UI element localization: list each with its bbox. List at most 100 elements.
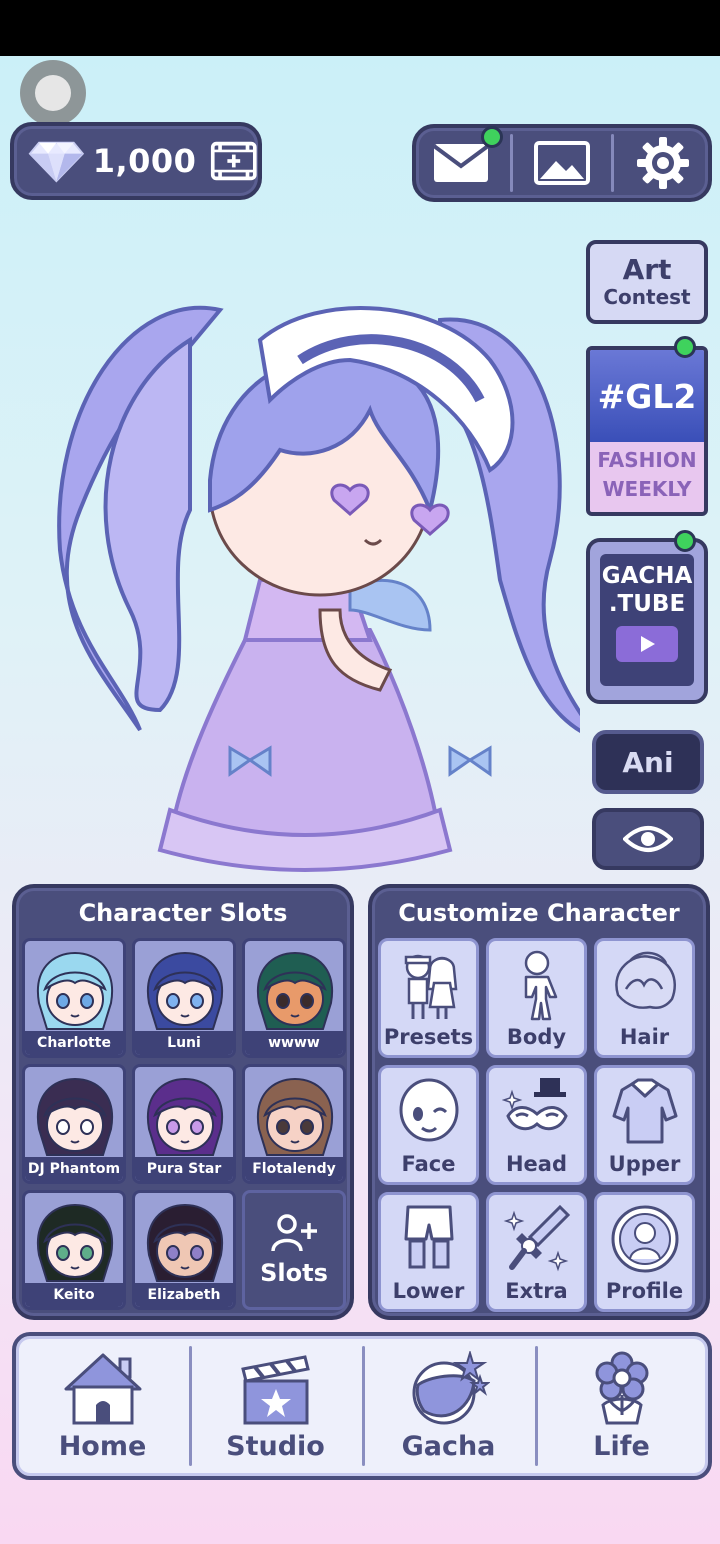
character-slot[interactable]: Elizabeth — [132, 1190, 236, 1310]
character-avatar — [36, 1203, 114, 1282]
character-slot-name: DJ Phantom — [25, 1157, 123, 1181]
character-slot-name: Luni — [135, 1031, 233, 1055]
profile-icon — [611, 1205, 678, 1273]
character-avatar — [256, 1077, 334, 1156]
add-slots-label: Slots — [260, 1259, 328, 1287]
gachatube-button[interactable]: GACHA .TUBE — [586, 538, 708, 704]
hair-button[interactable]: Hair — [594, 938, 695, 1058]
gacha-ball-icon — [412, 1350, 490, 1424]
fashion-tag: #GL2 — [597, 376, 697, 416]
character-slot[interactable]: wwww — [242, 938, 346, 1058]
nav-studio-label: Studio — [226, 1430, 325, 1462]
video-plus-icon[interactable] — [210, 137, 258, 185]
character-slots-title: Character Slots — [78, 899, 288, 927]
eye-icon — [623, 826, 673, 852]
nav-gacha-label: Gacha — [401, 1430, 496, 1462]
upper-label: Upper — [608, 1152, 681, 1176]
fashion-notification-dot — [674, 336, 696, 358]
character-illustration[interactable] — [20, 250, 580, 890]
character-slots-panel: Character Slots Charlotte Luni wwww DJ Phan… — [12, 884, 354, 1320]
hair-label: Hair — [619, 1025, 670, 1049]
character-slot[interactable]: Luni — [132, 938, 236, 1058]
character-slot-name: Keito — [25, 1283, 123, 1307]
hair-icon — [614, 951, 676, 1009]
character-slot-name: Flotalendy — [245, 1157, 343, 1181]
presets-button[interactable]: Presets — [378, 938, 479, 1058]
body-icon — [524, 950, 557, 1021]
character-avatar — [36, 1077, 114, 1156]
fashion-line2: WEEKLY — [602, 477, 692, 501]
character-slot-name: Elizabeth — [135, 1283, 233, 1307]
currency-display: 1,000 — [10, 122, 262, 200]
character-slot[interactable]: DJ Phantom — [22, 1064, 126, 1184]
art-contest-subtitle: Contest — [603, 285, 691, 309]
gachatube-line2: .TUBE — [608, 591, 686, 617]
image-icon — [533, 141, 590, 185]
head-label: Head — [505, 1152, 568, 1176]
notification-dot — [480, 126, 503, 148]
character-slot[interactable]: Keito — [22, 1190, 126, 1310]
presets-label: Presets — [383, 1025, 474, 1049]
diamond-icon — [28, 141, 85, 183]
character-avatar — [146, 1077, 224, 1156]
character-slot[interactable]: Pura Star — [132, 1064, 236, 1184]
gem-count: 1,000 — [92, 142, 197, 180]
character-avatar — [256, 951, 334, 1030]
character-slot-name: Pura Star — [135, 1157, 233, 1181]
lower-label: Lower — [392, 1279, 465, 1303]
art-contest-title: Art — [622, 253, 672, 286]
face-icon — [399, 1078, 458, 1142]
bottom-navigation: Home Studio Gacha Life — [12, 1332, 712, 1480]
profile-button[interactable]: Profile — [594, 1192, 695, 1312]
status-bar — [0, 0, 720, 56]
sword-icon — [503, 1204, 570, 1272]
art-contest-button[interactable]: Art Contest — [586, 240, 708, 324]
gear-icon — [637, 137, 690, 189]
extra-button[interactable]: Extra — [486, 1192, 587, 1312]
mail-button[interactable] — [421, 126, 503, 196]
pants-icon — [404, 1205, 453, 1269]
shirt-icon — [612, 1078, 677, 1144]
nav-life-label: Life — [593, 1430, 650, 1462]
face-button[interactable]: Face — [378, 1065, 479, 1185]
customize-character-panel: Customize Character Presets Body Hair Fa… — [368, 884, 710, 1320]
flower-icon — [595, 1351, 648, 1424]
mail-icon — [432, 144, 489, 182]
ani-button[interactable]: Ani — [592, 730, 704, 794]
nav-gacha[interactable]: Gacha — [362, 1336, 535, 1476]
assistive-touch-button[interactable] — [20, 60, 86, 126]
body-label: Body — [506, 1025, 567, 1049]
top-toolbar — [412, 124, 712, 202]
nav-home-label: Home — [58, 1430, 147, 1462]
house-icon — [64, 1353, 141, 1424]
character-slot[interactable]: Flotalendy — [242, 1064, 346, 1184]
nav-home[interactable]: Home — [16, 1336, 189, 1476]
gallery-button[interactable] — [522, 130, 602, 196]
eye-button[interactable] — [592, 808, 704, 870]
character-slot-name: Charlotte — [25, 1031, 123, 1055]
fashion-line1: FASHION — [597, 448, 697, 472]
play-icon — [616, 626, 678, 662]
settings-button[interactable] — [623, 130, 703, 196]
clapperboard-icon — [240, 1354, 310, 1424]
presets-icon — [404, 954, 457, 1019]
character-avatar — [36, 951, 114, 1030]
profile-label: Profile — [605, 1279, 684, 1303]
extra-label: Extra — [505, 1279, 568, 1303]
head-button[interactable]: Head — [486, 1065, 587, 1185]
gachatube-notification-dot — [674, 530, 696, 552]
nav-life[interactable]: Life — [535, 1336, 708, 1476]
body-button[interactable]: Body — [486, 938, 587, 1058]
character-slot-name: wwww — [245, 1031, 343, 1055]
head-icon — [501, 1078, 568, 1131]
customize-character-title: Customize Character — [398, 899, 680, 927]
lower-button[interactable]: Lower — [378, 1192, 479, 1312]
character-avatar — [146, 951, 224, 1030]
character-slot[interactable]: Charlotte — [22, 938, 126, 1058]
gachatube-line1: GACHA — [601, 563, 693, 589]
upper-button[interactable]: Upper — [594, 1065, 695, 1185]
character-avatar — [146, 1203, 224, 1282]
nav-studio[interactable]: Studio — [189, 1336, 362, 1476]
fashion-weekly-button[interactable]: #GL2 FASHION WEEKLY — [586, 346, 708, 516]
add-slots-button[interactable]: Slots — [242, 1190, 346, 1310]
